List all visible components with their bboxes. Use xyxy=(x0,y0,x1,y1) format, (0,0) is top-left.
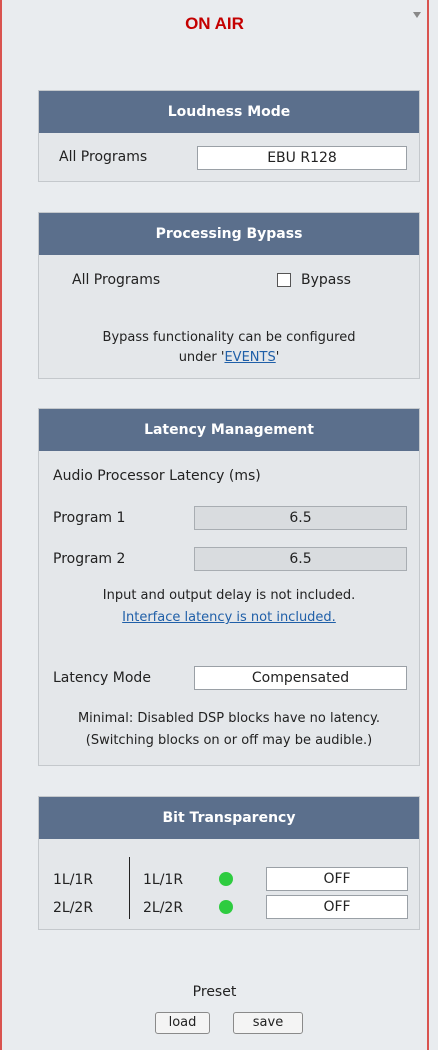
latency-management-header: Latency Management xyxy=(39,409,419,451)
bit-row1-left: 1L/1R xyxy=(53,872,94,888)
program1-label: Program 1 xyxy=(53,510,126,526)
latency-note-1: Input and output delay is not included. xyxy=(102,588,356,603)
loudness-mode-header: Loudness Mode xyxy=(39,91,419,133)
bit-row2-value[interactable]: OFF xyxy=(266,895,408,919)
preset-load-button[interactable]: load xyxy=(155,1012,210,1034)
preset-save-button[interactable]: save xyxy=(233,1012,303,1034)
program2-latency-value: 6.5 xyxy=(194,547,407,571)
interface-latency-link[interactable]: Interface latency is not included. xyxy=(39,608,419,628)
bypass-checkbox-label: Bypass xyxy=(301,272,351,288)
on-air-title: ON AIR xyxy=(185,14,244,33)
latency-mode-select[interactable]: Compensated xyxy=(194,666,407,690)
bypass-note-line2: under 'EVENTS' xyxy=(178,350,280,365)
bit-divider xyxy=(129,857,130,919)
latency-mode-label: Latency Mode xyxy=(53,670,151,686)
chevron-down-icon[interactable] xyxy=(413,12,421,18)
bypass-note-line1: Bypass functionality can be configured xyxy=(102,330,356,345)
processing-bypass-panel: Processing Bypass All Programs Bypass By… xyxy=(38,212,420,379)
latency-mode-note-2: (Switching blocks on or off may be audib… xyxy=(85,733,373,748)
preset-label: Preset xyxy=(192,984,237,1000)
bit-row2-left: 2L/2R xyxy=(53,900,94,916)
loudness-programs-label: All Programs xyxy=(59,149,148,165)
events-link[interactable]: EVENTS xyxy=(224,350,275,365)
status-dot-icon xyxy=(219,872,233,886)
panel-frame: ON AIR Loudness Mode All Programs EBU R1… xyxy=(0,0,429,1050)
bit-row1-value[interactable]: OFF xyxy=(266,867,408,891)
latency-subtitle: Audio Processor Latency (ms) xyxy=(53,468,261,484)
status-dot-icon xyxy=(219,900,233,914)
loudness-mode-panel: Loudness Mode All Programs EBU R128 xyxy=(38,90,420,182)
latency-management-panel: Latency Management Audio Processor Laten… xyxy=(38,408,420,766)
bypass-programs-label: All Programs xyxy=(72,272,161,288)
program1-latency-value: 6.5 xyxy=(194,506,407,530)
bit-row1-mid: 1L/1R xyxy=(143,872,184,888)
bit-transparency-header: Bit Transparency xyxy=(39,797,419,839)
bit-row2-mid: 2L/2R xyxy=(143,900,184,916)
program2-label: Program 2 xyxy=(53,551,126,567)
processing-bypass-header: Processing Bypass xyxy=(39,213,419,255)
bypass-checkbox[interactable] xyxy=(277,273,291,287)
bit-transparency-panel: Bit Transparency 1L/1R 1L/1R OFF 2L/2R 2… xyxy=(38,796,420,930)
loudness-mode-select[interactable]: EBU R128 xyxy=(197,146,407,170)
latency-mode-note-1: Minimal: Disabled DSP blocks have no lat… xyxy=(77,711,381,726)
